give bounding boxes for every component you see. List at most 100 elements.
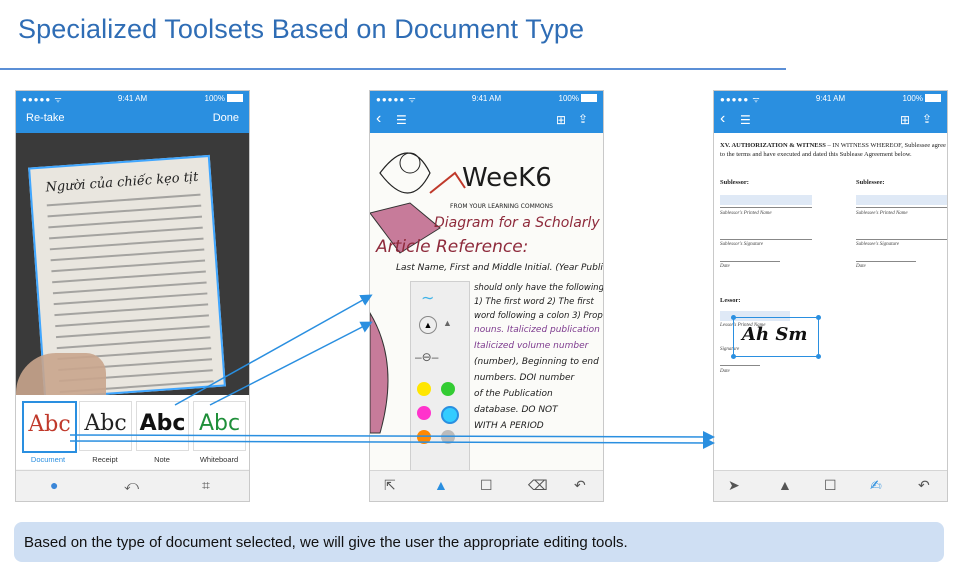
doc-type-glyph: Abc bbox=[139, 411, 186, 436]
handwritten-note-canvas[interactable]: WeeK6 FROM YOUR LEARNING COMMONS Diagram… bbox=[370, 133, 603, 471]
crop-icon[interactable]: ⌗ bbox=[202, 477, 210, 494]
eraser-icon[interactable]: ⌫ bbox=[528, 477, 548, 494]
stroke-size-minus-icon[interactable]: –⊖– bbox=[415, 350, 438, 364]
nav-bar: Re-take Done bbox=[16, 106, 249, 133]
add-page-icon[interactable]: ⊞ bbox=[556, 113, 566, 127]
slide-title: Specialized Toolsets Based on Document T… bbox=[18, 14, 585, 44]
note-line: Last Name, First and Middle Initial. (Ye… bbox=[396, 263, 603, 273]
doc-type-label-document: Document bbox=[30, 455, 66, 464]
doc-type-whiteboard[interactable]: Abc bbox=[193, 401, 246, 451]
note-line: (number), Beginning to end bbox=[474, 357, 599, 367]
color-swatch-orange[interactable] bbox=[417, 430, 431, 444]
doc-type-label-receipt: Receipt bbox=[92, 455, 118, 464]
doc-type-glyph: Abc bbox=[198, 411, 241, 436]
sublessor-printed-name-label: Sublessor's Printed Name bbox=[720, 211, 772, 216]
note-line: 1) The first word 2) The first bbox=[474, 297, 594, 307]
note-line: of the Publication bbox=[474, 389, 553, 399]
add-page-icon[interactable]: ⊞ bbox=[900, 113, 910, 127]
back-chevron-icon[interactable]: ‹ bbox=[720, 110, 725, 128]
title-divider bbox=[0, 68, 786, 70]
pen-options-palette: ∼ ▲ ▲ –⊖– bbox=[410, 281, 470, 473]
phone-capture-screen: ●●●●● ᯤ 9:41 AM 100% Re-take Done Người … bbox=[15, 90, 250, 502]
color-swatch-cyan[interactable] bbox=[441, 406, 459, 424]
resize-handle[interactable] bbox=[731, 354, 736, 359]
highlighter-icon[interactable]: ▲ bbox=[443, 318, 452, 328]
back-chevron-icon[interactable]: ‹ bbox=[376, 110, 381, 128]
sublessee-label: Sublessee: bbox=[856, 179, 885, 186]
note-line: Italicized volume number bbox=[474, 341, 589, 351]
battery-icon bbox=[227, 94, 243, 102]
date-label: Date bbox=[720, 369, 730, 374]
captured-photo: Người của chiếc kẹo tịt bbox=[16, 133, 249, 400]
share-icon[interactable]: ⇪ bbox=[578, 112, 588, 126]
date-label: Date bbox=[720, 264, 730, 269]
stroke-wave-icon[interactable]: ∼ bbox=[421, 288, 434, 308]
doc-type-label-note: Note bbox=[154, 455, 170, 464]
color-swatch-green[interactable] bbox=[441, 382, 455, 396]
resize-handle[interactable] bbox=[731, 315, 736, 320]
rotate-icon[interactable]: ⤺ bbox=[124, 477, 139, 494]
note-line: WeeK6 bbox=[462, 163, 552, 193]
done-button[interactable]: Done bbox=[213, 112, 239, 124]
battery-indicator: 100% bbox=[559, 94, 597, 103]
color-swatch-yellow[interactable] bbox=[417, 382, 431, 396]
note-line: FROM YOUR LEARNING COMMONS bbox=[450, 203, 553, 210]
resize-handle[interactable] bbox=[816, 315, 821, 320]
phone-document-editor: ●●●●● ᯤ 9:41 AM 100% ‹ ☰ ⊞ ⇪ XV. AUTHORI… bbox=[713, 90, 948, 502]
document-heading: XV. AUTHORIZATION & WITNESS – IN WITNESS… bbox=[720, 142, 946, 158]
text-box-icon[interactable]: ☐ bbox=[824, 477, 837, 494]
note-line: WITH A PERIOD bbox=[474, 421, 544, 431]
page-handwritten-title: Người của chiếc kẹo tịt bbox=[45, 169, 199, 196]
pen-icon[interactable]: ▲ bbox=[434, 477, 448, 493]
doc-type-glyph: Abc bbox=[28, 412, 71, 437]
share-icon[interactable]: ⇪ bbox=[922, 112, 932, 126]
resize-handle[interactable] bbox=[816, 354, 821, 359]
sublessor-label: Sublessor: bbox=[720, 179, 749, 186]
nav-bar: ‹ ☰ ⊞ ⇪ bbox=[714, 106, 947, 133]
document-toolbar: ➤ ▲ ☐ ✍ ↶ bbox=[714, 470, 947, 501]
color-swatch-gray[interactable] bbox=[441, 430, 455, 444]
undo-icon[interactable]: ↶ bbox=[574, 477, 586, 494]
filter-icon[interactable]: ● bbox=[50, 477, 58, 493]
select-arrow-icon[interactable]: ➤ bbox=[728, 477, 740, 494]
select-arrow-icon[interactable]: ⇱ bbox=[384, 477, 396, 494]
sublessee-name-field[interactable] bbox=[856, 195, 947, 205]
sublessee-printed-name-label: Sublessee's Printed Name bbox=[856, 211, 908, 216]
note-line: nouns. Italicized publication bbox=[474, 325, 600, 335]
lease-document-page[interactable]: XV. AUTHORIZATION & WITNESS – IN WITNESS… bbox=[714, 133, 947, 471]
sublessor-signature-label: Sublessor's Signature bbox=[720, 242, 763, 247]
pen-nib-icon[interactable]: ▲ bbox=[419, 316, 437, 334]
sublessor-name-field[interactable] bbox=[720, 195, 812, 205]
status-bar: ●●●●● ᯤ 9:41 AM 100% bbox=[714, 91, 947, 106]
signature-icon[interactable]: ✍ bbox=[870, 477, 882, 494]
text-box-icon[interactable]: ☐ bbox=[480, 477, 493, 494]
capture-toolbar: ● ⤺ ⌗ bbox=[16, 470, 249, 501]
doc-type-note[interactable]: Abc bbox=[136, 401, 189, 451]
pen-icon[interactable]: ▲ bbox=[778, 477, 792, 493]
adjust-sliders-icon[interactable]: ☰ bbox=[396, 113, 407, 127]
battery-indicator: 100% bbox=[903, 94, 941, 103]
battery-icon bbox=[925, 94, 941, 102]
retake-button[interactable]: Re-take bbox=[26, 112, 65, 124]
color-swatch-pink[interactable] bbox=[417, 406, 431, 420]
adjust-sliders-icon[interactable]: ☰ bbox=[740, 113, 751, 127]
doc-type-label-whiteboard: Whiteboard bbox=[199, 455, 239, 464]
phone-note-editor: ●●●●● ᯤ 9:41 AM 100% ‹ ☰ ⊞ ⇪ WeeK6 FROM … bbox=[369, 90, 604, 502]
sublessee-signature-label: Sublessee's Signature bbox=[856, 242, 899, 247]
doc-type-document[interactable]: Abc bbox=[22, 401, 77, 453]
placed-signature: Ah Sm bbox=[742, 324, 808, 345]
note-line: Article Reference: bbox=[376, 237, 529, 257]
undo-icon[interactable]: ↶ bbox=[918, 477, 930, 494]
document-type-picker: Abc Abc Abc Abc Document Receipt Note Wh… bbox=[16, 395, 249, 469]
date-label: Date bbox=[856, 264, 866, 269]
note-line: numbers. DOI number bbox=[474, 373, 575, 383]
battery-icon bbox=[581, 94, 597, 102]
signature-selection-box[interactable]: Ah Sm bbox=[731, 315, 821, 359]
caption-text: Based on the type of document selected, … bbox=[24, 534, 628, 551]
doc-type-receipt[interactable]: Abc bbox=[79, 401, 132, 451]
hand-in-photo bbox=[16, 353, 106, 395]
note-line: word following a colon 3) Proper bbox=[474, 311, 603, 321]
markup-toolbar: ⇱ ▲ ☐ ⌫ ↶ bbox=[370, 470, 603, 501]
note-line: Diagram for a Scholarly bbox=[434, 215, 600, 231]
nav-bar: ‹ ☰ ⊞ ⇪ bbox=[370, 106, 603, 133]
